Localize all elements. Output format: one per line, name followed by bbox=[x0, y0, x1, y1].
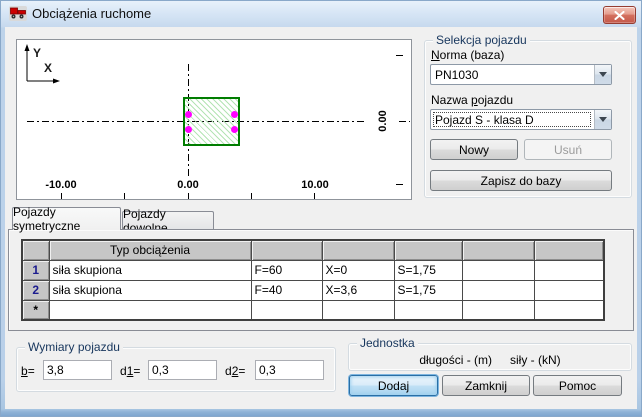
b-field[interactable] bbox=[43, 360, 112, 380]
new-button[interactable]: Nowy bbox=[430, 139, 518, 160]
x-tick bbox=[251, 193, 252, 199]
row-header[interactable]: 1 bbox=[21, 259, 50, 281]
empty-cell[interactable] bbox=[393, 299, 463, 321]
tab-free-vehicles[interactable]: Pojazdy dowolne bbox=[122, 207, 214, 235]
empty-cell[interactable] bbox=[533, 299, 605, 321]
title-bar[interactable]: Obciążenia ruchome bbox=[0, 0, 642, 27]
force-unit: siły - (kN) bbox=[510, 353, 561, 367]
length-unit: długości - (m) bbox=[419, 353, 493, 367]
column-header[interactable] bbox=[461, 239, 535, 261]
close-dialog-button[interactable]: Zamknij bbox=[442, 375, 530, 396]
norma-dropdown-value: PN1030 bbox=[435, 67, 479, 82]
x-tick-label: 0.00 bbox=[177, 179, 199, 191]
x-position-cell[interactable]: X=3,6 bbox=[321, 279, 395, 301]
table-row: 2 siła skupiona F=40 X=3,6 S=1,75 bbox=[21, 279, 605, 301]
unit-group: Jednostka długości - (m) siły - (kN) bbox=[348, 336, 632, 371]
load-point bbox=[185, 111, 192, 118]
table-header-row: Typ obciążenia bbox=[21, 239, 605, 261]
d1-field[interactable] bbox=[148, 360, 217, 380]
load-type-cell[interactable]: siła skupiona bbox=[48, 279, 252, 301]
load-point bbox=[185, 126, 192, 133]
vehicle-preview-plot: Y X -10.00 0.00 10.00 0.00 bbox=[16, 39, 412, 200]
vehicle-name-dropdown[interactable]: Pojazd S - klasa D bbox=[430, 109, 612, 130]
x-tick-label: -10.00 bbox=[45, 179, 77, 191]
table-row: 1 siła skupiona F=60 X=0 S=1,75 bbox=[21, 259, 605, 281]
y-axis-label: Y bbox=[33, 46, 42, 60]
empty-cell[interactable] bbox=[321, 299, 395, 321]
tab-label: Pojazdy symetryczne bbox=[13, 205, 81, 233]
vehicle-outline-rect bbox=[183, 97, 240, 146]
load-type-cell[interactable] bbox=[48, 299, 252, 321]
load-point bbox=[231, 126, 238, 133]
x-tick bbox=[61, 193, 62, 199]
norma-label: Norma (baza) bbox=[431, 48, 505, 62]
y-tick bbox=[396, 55, 403, 56]
unit-text: długości - (m) siły - (kN) bbox=[349, 353, 631, 367]
load-point bbox=[231, 111, 238, 118]
empty-cell[interactable] bbox=[461, 279, 535, 301]
x-tick bbox=[124, 193, 125, 199]
help-button[interactable]: Pomoc bbox=[533, 375, 622, 396]
chevron-down-icon[interactable] bbox=[594, 110, 611, 129]
empty-cell[interactable] bbox=[250, 299, 323, 321]
dialog-window: Obciążenia ruchome Y X -10.00 0.00 10.00… bbox=[0, 0, 642, 417]
x-tick bbox=[188, 193, 189, 199]
d1-label: d1= bbox=[120, 364, 141, 378]
group-title: Selekcja pojazdu bbox=[433, 33, 530, 47]
window-title: Obciążenia ruchome bbox=[32, 6, 152, 21]
tab-page: Typ obciążenia 1 siła skupiona F=60 X=0 … bbox=[8, 229, 634, 331]
empty-cell[interactable] bbox=[533, 279, 605, 301]
load-type-header[interactable]: Typ obciążenia bbox=[48, 239, 252, 261]
x-position-cell[interactable]: X=0 bbox=[321, 259, 395, 281]
x-tick bbox=[314, 193, 315, 199]
x-tick-label: 10.00 bbox=[301, 179, 329, 191]
loads-table: Typ obciążenia 1 siła skupiona F=60 X=0 … bbox=[21, 239, 605, 321]
empty-cell[interactable] bbox=[461, 259, 535, 281]
x-axis-label: X bbox=[44, 61, 53, 75]
save-to-database-button[interactable]: Zapisz do bazy bbox=[430, 170, 612, 191]
norma-dropdown[interactable]: PN1030 bbox=[430, 64, 612, 85]
vehicle-name-dropdown-value: Pojazd S - klasa D bbox=[435, 112, 534, 127]
column-header[interactable] bbox=[533, 239, 605, 261]
empty-cell[interactable] bbox=[533, 259, 605, 281]
chevron-down-icon[interactable] bbox=[594, 65, 611, 84]
tab-symmetric-vehicles[interactable]: Pojazdy symetryczne bbox=[12, 205, 121, 233]
y-tick-label: 0.00 bbox=[377, 110, 389, 132]
force-cell[interactable]: F=60 bbox=[250, 259, 323, 281]
corner-header-cell[interactable] bbox=[21, 239, 50, 261]
group-title: Jednostka bbox=[357, 336, 418, 350]
add-button[interactable]: Dodaj bbox=[349, 375, 438, 396]
y-tick bbox=[396, 184, 403, 185]
force-cell[interactable]: F=40 bbox=[250, 279, 323, 301]
d2-label: d2= bbox=[225, 364, 246, 378]
table-new-row: * bbox=[21, 299, 605, 321]
b-label: b= bbox=[21, 364, 35, 378]
row-header[interactable]: 2 bbox=[21, 279, 50, 301]
d2-field[interactable] bbox=[255, 360, 324, 380]
empty-cell[interactable] bbox=[461, 299, 535, 321]
column-header[interactable] bbox=[250, 239, 323, 261]
spacing-cell[interactable]: S=1,75 bbox=[393, 279, 463, 301]
load-type-cell[interactable]: siła skupiona bbox=[48, 259, 252, 281]
spacing-cell[interactable]: S=1,75 bbox=[393, 259, 463, 281]
nazwa-label: Nazwa pojazdu bbox=[431, 93, 514, 107]
delete-button[interactable]: Usuń bbox=[524, 139, 612, 160]
new-row-header[interactable]: * bbox=[21, 299, 50, 321]
truck-icon bbox=[9, 6, 27, 21]
x-axis-centerline-end bbox=[399, 121, 410, 122]
axis-indicator: Y X bbox=[23, 44, 65, 89]
close-button[interactable] bbox=[603, 6, 636, 24]
column-header[interactable] bbox=[321, 239, 395, 261]
column-header[interactable] bbox=[393, 239, 463, 261]
group-title: Wymiary pojazdu bbox=[25, 340, 123, 354]
